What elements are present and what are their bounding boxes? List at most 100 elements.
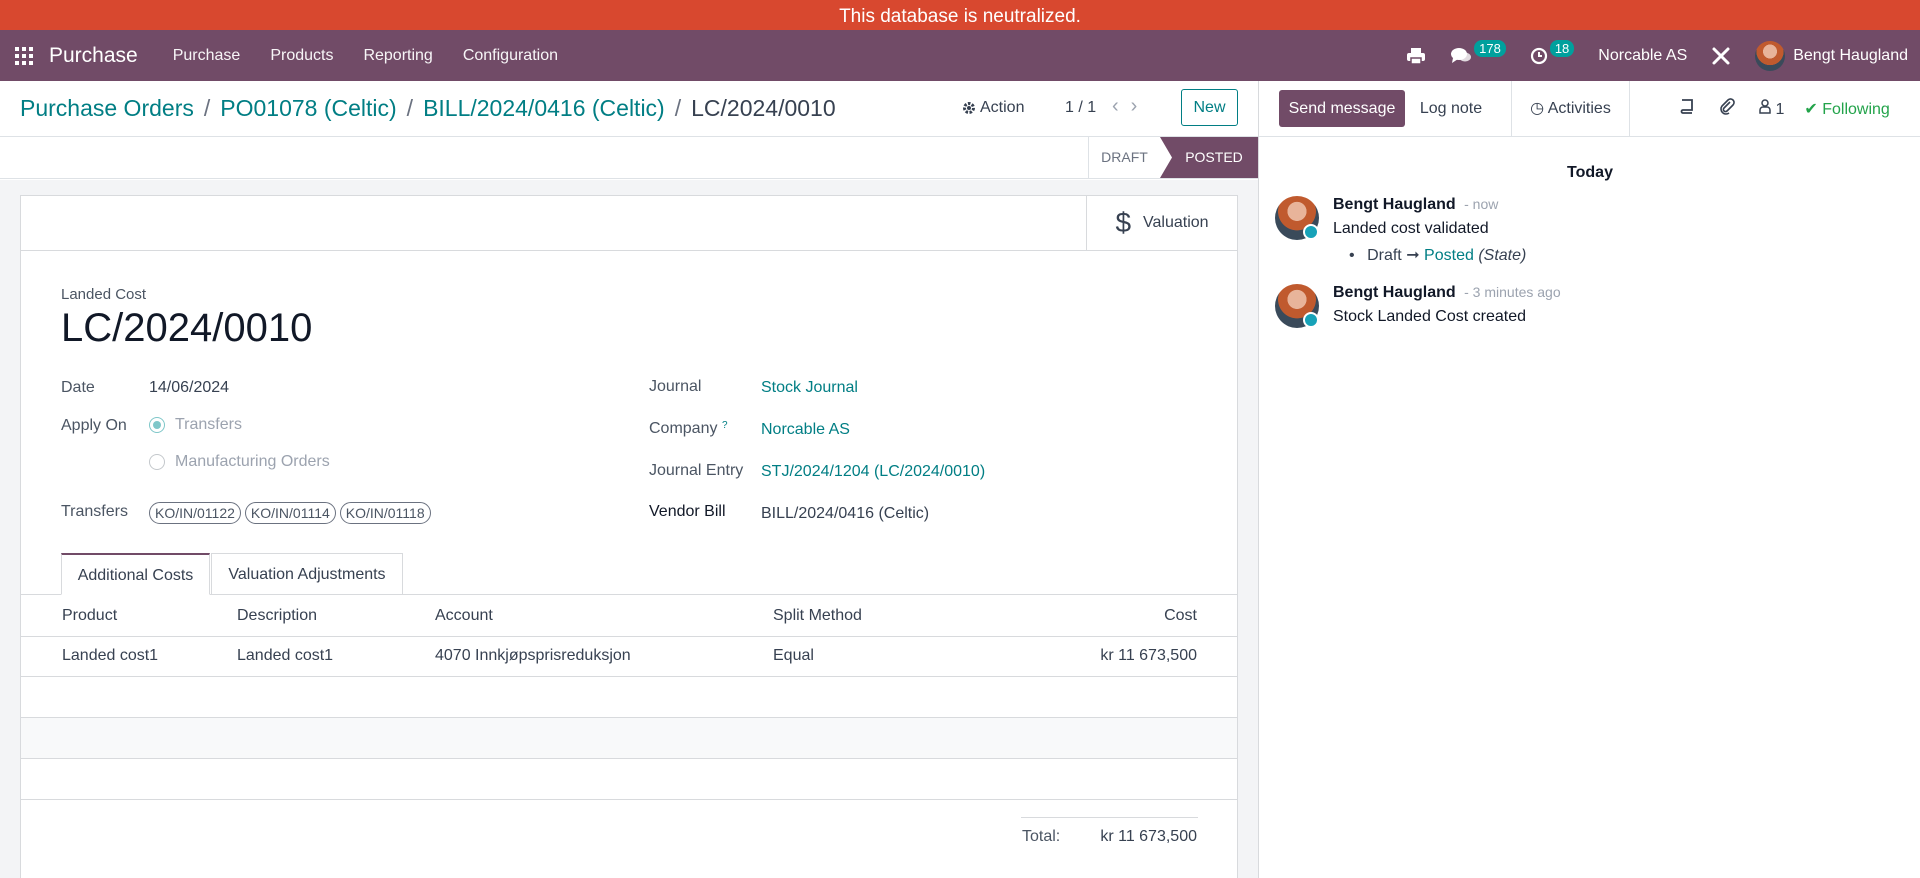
user-icon bbox=[1759, 98, 1771, 114]
author-avatar[interactable] bbox=[1275, 196, 1319, 240]
empty-row bbox=[21, 717, 1237, 759]
new-button[interactable]: New bbox=[1181, 89, 1238, 126]
table-row[interactable]: Landed cost1 Landed cost1 4070 Innkjøpsp… bbox=[21, 636, 1237, 677]
status-draft[interactable]: DRAFT bbox=[1088, 137, 1160, 178]
breadcrumb-purchase-orders[interactable]: Purchase Orders bbox=[20, 95, 194, 122]
user-menu[interactable]: Bengt Haugland bbox=[1755, 40, 1908, 71]
message-time: - now bbox=[1464, 196, 1499, 212]
apps-menu-icon[interactable] bbox=[15, 46, 33, 65]
date-label: Date bbox=[61, 379, 95, 396]
column-header-cost[interactable]: Cost bbox=[1073, 596, 1237, 637]
tracking-new-value: Posted bbox=[1424, 247, 1474, 264]
pager-previous-icon[interactable]: ‹ bbox=[1112, 95, 1131, 117]
top-navbar: Purchase Purchase Products Reporting Con… bbox=[0, 30, 1920, 81]
author-avatar[interactable] bbox=[1275, 284, 1319, 328]
total-divider bbox=[1021, 817, 1198, 818]
journal-value[interactable]: Stock Journal bbox=[761, 379, 858, 397]
arrow-right-icon: ➞ bbox=[1406, 247, 1425, 264]
company-switcher[interactable]: Norcable AS bbox=[1598, 47, 1687, 65]
apply-on-manufacturing-radio[interactable]: Manufacturing Orders bbox=[149, 453, 330, 471]
radio-selected-icon bbox=[149, 417, 165, 433]
send-message-button[interactable]: Send message bbox=[1279, 90, 1405, 127]
tracking-old-value: Draft bbox=[1367, 247, 1402, 264]
column-header-description[interactable]: Description bbox=[237, 596, 435, 637]
clock-icon: ◷ bbox=[1530, 100, 1545, 117]
journal-label: Journal bbox=[649, 378, 702, 395]
message-body: Stock Landed Cost created bbox=[1333, 308, 1527, 325]
smart-button-box: $ Valuation bbox=[21, 196, 1237, 251]
neutralized-banner: This database is neutralized. bbox=[0, 0, 1920, 30]
dollar-icon: $ bbox=[1115, 207, 1132, 238]
followers-count: 1 bbox=[1775, 100, 1785, 118]
activities-count-badge: 18 bbox=[1549, 40, 1575, 57]
help-tooltip-icon[interactable]: ? bbox=[722, 420, 728, 431]
radio-unselected-icon bbox=[149, 454, 165, 470]
company-label: Company ? bbox=[649, 420, 728, 437]
activities-button-chatter[interactable]: ◷ Activities bbox=[1511, 81, 1630, 137]
cell-product: Landed cost1 bbox=[21, 636, 237, 677]
app-brand[interactable]: Purchase bbox=[49, 44, 138, 68]
column-header-account[interactable]: Account bbox=[435, 596, 773, 637]
breadcrumb-current: LC/2024/0010 bbox=[691, 95, 836, 121]
empty-row bbox=[21, 676, 1237, 718]
apply-on-transfers-radio[interactable]: Transfers bbox=[149, 416, 242, 434]
cost-lines-table: Product Description Account Split Method… bbox=[21, 596, 1237, 800]
company-value[interactable]: Norcable AS bbox=[761, 421, 850, 439]
print-icon[interactable] bbox=[1406, 47, 1426, 65]
transfers-tags: KO/IN/01122 KO/IN/01114 KO/IN/01118 bbox=[149, 502, 435, 524]
transfer-tag[interactable]: KO/IN/01118 bbox=[339, 502, 431, 524]
status-posted[interactable]: POSTED bbox=[1160, 137, 1258, 178]
tracking-field-name: (State) bbox=[1478, 247, 1527, 264]
message-author[interactable]: Bengt Haugland bbox=[1333, 196, 1456, 213]
date-value[interactable]: 14/06/2024 bbox=[149, 379, 229, 397]
column-header-product[interactable]: Product bbox=[21, 596, 237, 637]
debug-tools-icon[interactable] bbox=[1711, 46, 1731, 66]
total-label: Total: bbox=[1022, 828, 1061, 845]
tracking-value: • Draft ➞ Posted (State) bbox=[1349, 247, 1527, 264]
control-panel: Purchase Orders / PO01078 (Celtic) / BIL… bbox=[0, 81, 1258, 137]
clock-icon bbox=[1530, 47, 1547, 64]
following-button[interactable]: ✔ Following bbox=[1804, 99, 1889, 119]
breadcrumb-vendor-bill[interactable]: BILL/2024/0416 (Celtic) bbox=[423, 95, 665, 122]
paperclip-icon[interactable] bbox=[1719, 97, 1735, 120]
chatter-topbar: Send message Log note ◷ Activities 1 ✔ F… bbox=[1259, 81, 1920, 137]
pager-next-icon[interactable]: › bbox=[1131, 95, 1150, 117]
column-header-split-method[interactable]: Split Method bbox=[773, 596, 1073, 637]
vendor-bill-value[interactable]: BILL/2024/0416 (Celtic) bbox=[761, 505, 929, 523]
transfer-tag[interactable]: KO/IN/01122 bbox=[149, 502, 241, 524]
transfer-tag[interactable]: KO/IN/01114 bbox=[244, 502, 336, 524]
menu-reporting[interactable]: Reporting bbox=[363, 47, 432, 65]
cell-split-method: Equal bbox=[773, 636, 1073, 677]
breadcrumb-purchase-order[interactable]: PO01078 (Celtic) bbox=[220, 95, 396, 122]
apply-on-label: Apply On bbox=[61, 417, 127, 434]
table-header-row: Product Description Account Split Method… bbox=[21, 596, 1237, 637]
breadcrumb: Purchase Orders / PO01078 (Celtic) / BIL… bbox=[20, 95, 836, 122]
log-note-button[interactable]: Log note bbox=[1406, 81, 1496, 137]
transfers-label: Transfers bbox=[61, 503, 128, 520]
message-time: - 3 minutes ago bbox=[1464, 284, 1561, 300]
action-menu-button[interactable]: Action bbox=[962, 99, 1024, 117]
menu-configuration[interactable]: Configuration bbox=[463, 47, 558, 65]
notebook-tabs: Additional Costs Valuation Adjustments bbox=[21, 553, 1237, 595]
menu-purchase[interactable]: Purchase bbox=[173, 47, 241, 65]
valuation-smart-button[interactable]: $ Valuation bbox=[1086, 196, 1237, 250]
record-title: LC/2024/0010 bbox=[61, 306, 313, 350]
journal-entry-value[interactable]: STJ/2024/1204 (LC/2024/0010) bbox=[761, 463, 985, 481]
user-name: Bengt Haugland bbox=[1793, 46, 1908, 64]
gear-icon bbox=[963, 102, 975, 114]
tab-valuation-adjustments[interactable]: Valuation Adjustments bbox=[211, 553, 403, 595]
vendor-bill-label: Vendor Bill bbox=[649, 503, 726, 520]
messages-button[interactable]: 178 bbox=[1450, 40, 1506, 65]
followers-button[interactable]: 1 bbox=[1759, 98, 1785, 119]
total-value: kr 11 673,500 bbox=[1100, 828, 1197, 845]
pager-value[interactable]: 1 / 1 bbox=[1065, 99, 1096, 117]
message-author[interactable]: Bengt Haugland bbox=[1333, 284, 1456, 301]
book-icon[interactable] bbox=[1679, 98, 1695, 119]
record-type-label: Landed Cost bbox=[61, 286, 147, 303]
form-sheet: $ Valuation Landed Cost LC/2024/0010 Dat… bbox=[20, 195, 1238, 878]
activities-button[interactable]: 18 bbox=[1530, 40, 1575, 65]
tab-additional-costs[interactable]: Additional Costs bbox=[61, 553, 210, 595]
menu-products[interactable]: Products bbox=[270, 47, 333, 65]
empty-row bbox=[21, 758, 1237, 800]
chatter-panel: Send message Log note ◷ Activities 1 ✔ F… bbox=[1258, 81, 1920, 878]
